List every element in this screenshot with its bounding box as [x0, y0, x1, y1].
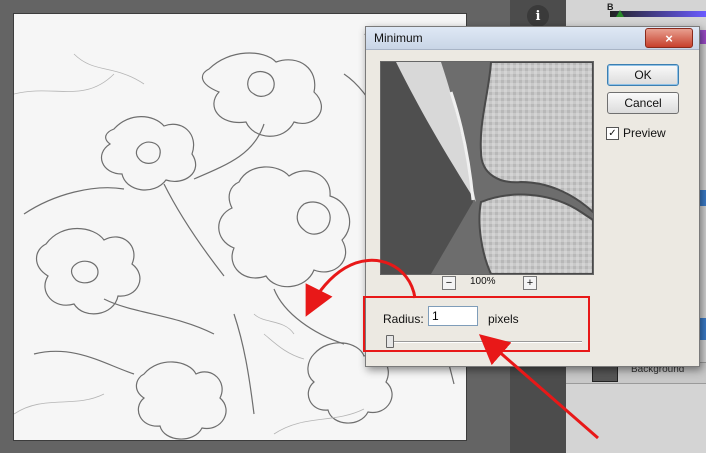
zoom-out-button[interactable]: − — [442, 276, 456, 290]
close-button[interactable]: × — [645, 28, 693, 48]
dialog-titlebar[interactable]: Minimum × — [366, 27, 699, 50]
highlight-box — [363, 296, 590, 352]
info-icon[interactable]: i — [527, 5, 549, 27]
preview-checkbox[interactable]: ✓ — [606, 126, 619, 140]
preview-window[interactable] — [380, 61, 594, 275]
zoom-level: 100% — [470, 276, 496, 287]
checkmark-icon: ✓ — [608, 127, 617, 139]
cancel-button[interactable]: Cancel — [607, 92, 679, 114]
preview-image — [381, 62, 593, 274]
preview-label: Preview — [623, 126, 666, 140]
preview-checkbox-row[interactable]: ✓ Preview — [606, 126, 666, 140]
zoom-in-button[interactable]: + — [523, 276, 537, 290]
color-slider-track[interactable] — [610, 11, 706, 17]
dialog-title: Minimum — [374, 31, 423, 45]
color-slider-caret[interactable] — [616, 10, 624, 17]
close-icon: × — [665, 30, 673, 46]
ok-button[interactable]: OK — [607, 64, 679, 86]
